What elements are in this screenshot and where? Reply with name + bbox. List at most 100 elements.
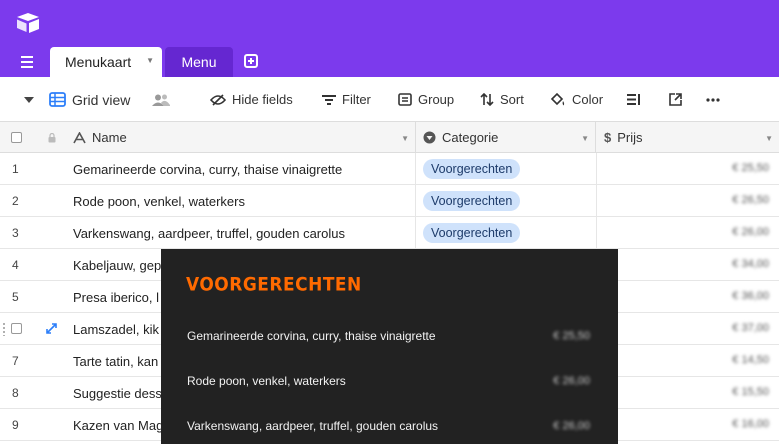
tab-menukaart[interactable]: Menukaart ▼ <box>50 47 162 77</box>
grid-icon <box>49 92 66 107</box>
chevron-down-icon[interactable]: ▼ <box>146 56 154 65</box>
paint-bucket-icon <box>550 92 565 105</box>
text-field-icon <box>73 131 86 143</box>
add-table-icon[interactable] <box>244 54 258 68</box>
expand-record-icon[interactable] <box>46 323 57 334</box>
views-toggle-button[interactable] <box>24 77 34 122</box>
table-row[interactable]: 1 Gemarineerde corvina, curry, thaise vi… <box>0 153 779 185</box>
filter-icon <box>322 94 336 105</box>
external-link-icon <box>669 93 682 106</box>
people-icon <box>152 94 170 106</box>
category-cell[interactable]: Voorgerechten <box>415 185 596 217</box>
group-label: Group <box>418 92 455 107</box>
color-button[interactable]: Color <box>550 77 603 122</box>
row-number: 9 <box>12 418 19 432</box>
view-toolbar: Grid view Hide fields Filter Group Sort <box>0 77 779 122</box>
name-cell[interactable]: Gemarineerde corvina, curry, thaise vina… <box>73 153 413 185</box>
select-all-cell <box>0 122 66 153</box>
table-tabs-bar: Menukaart ▼ Menu <box>0 46 779 77</box>
category-pill: Voorgerechten <box>423 191 521 211</box>
hamburger-menu-icon[interactable] <box>20 55 36 69</box>
ellipsis-icon <box>706 97 720 102</box>
price-cell[interactable]: € 14,50 <box>596 345 779 377</box>
row-checkbox[interactable] <box>11 323 22 334</box>
chevron-down-icon[interactable]: ▼ <box>401 134 409 143</box>
price-cell[interactable]: € 36,00 <box>596 281 779 313</box>
view-collaborators-button[interactable] <box>152 77 170 122</box>
name-cell[interactable]: Varkenswang, aardpeer, truffel, gouden c… <box>73 217 413 249</box>
drag-handle-icon[interactable] <box>2 322 7 336</box>
category-cell[interactable]: Voorgerechten <box>415 217 596 249</box>
category-pill: Voorgerechten <box>423 159 521 179</box>
tab-label: Menu <box>181 54 217 70</box>
more-options-button[interactable] <box>706 77 720 122</box>
price-value: € 37,00 <box>732 322 769 334</box>
lock-icon <box>48 132 56 142</box>
sort-icon <box>480 93 494 106</box>
price-cell[interactable]: € 37,00 <box>596 313 779 345</box>
view-switcher-button[interactable]: Grid view <box>49 77 130 122</box>
column-label: Categorie <box>442 130 499 145</box>
group-icon <box>398 93 412 106</box>
single-select-icon <box>423 131 436 144</box>
column-label: Prijs <box>617 130 643 145</box>
preview-item-price: € 26,00 <box>553 420 590 432</box>
row-height-button[interactable] <box>627 77 641 122</box>
view-name: Grid view <box>72 91 131 108</box>
column-header-prijs[interactable]: $ Prijs ▼ <box>596 122 779 153</box>
column-header-categorie[interactable]: Categorie ▼ <box>416 122 596 153</box>
price-cell[interactable]: € 34,00 <box>596 249 779 281</box>
price-value: € 34,00 <box>732 258 769 270</box>
preview-item-name: Rode poon, venkel, waterkers <box>187 374 346 388</box>
table-row[interactable]: 2 Rode poon, venkel, waterkers Voorgerec… <box>0 185 779 217</box>
hide-fields-button[interactable]: Hide fields <box>210 77 293 122</box>
row-number: 8 <box>12 386 19 400</box>
app-logo-icon[interactable] <box>16 12 40 34</box>
preview-item-price: € 25,50 <box>553 330 590 342</box>
filter-button[interactable]: Filter <box>322 77 371 122</box>
price-cell[interactable]: € 26,50 <box>596 185 779 217</box>
category-cell[interactable]: Voorgerechten <box>415 153 596 185</box>
preview-item-name: Varkenswang, aardpeer, truffel, gouden c… <box>187 419 439 433</box>
column-header-name[interactable]: Name ▼ <box>66 122 416 153</box>
chevron-down-icon[interactable]: ▼ <box>765 134 773 143</box>
price-value: € 15,50 <box>732 386 769 398</box>
chevron-down-icon[interactable]: ▼ <box>581 134 589 143</box>
price-cell[interactable]: € 26,00 <box>596 217 779 249</box>
price-value: € 25,50 <box>732 162 769 174</box>
price-value: € 16,00 <box>732 418 769 430</box>
group-button[interactable]: Group <box>398 77 454 122</box>
price-cell[interactable]: € 25,50 <box>596 153 779 185</box>
sort-button[interactable]: Sort <box>480 77 524 122</box>
grid-header: Name ▼ Categorie ▼ $ Prijs ▼ <box>0 122 779 153</box>
eye-slash-icon <box>210 93 226 106</box>
sort-label: Sort <box>500 92 524 107</box>
tab-label: Menukaart <box>65 54 132 70</box>
name-cell[interactable]: Rode poon, venkel, waterkers <box>73 185 413 217</box>
hide-fields-label: Hide fields <box>232 92 293 107</box>
price-cell[interactable]: € 16,00 <box>596 409 779 441</box>
price-cell[interactable]: € 15,50 <box>596 377 779 409</box>
price-value: € 36,00 <box>732 290 769 302</box>
column-label: Name <box>92 130 127 145</box>
share-view-button[interactable] <box>669 77 682 122</box>
table-row[interactable]: 3 Varkenswang, aardpeer, truffel, gouden… <box>0 217 779 249</box>
price-value: € 26,00 <box>732 226 769 238</box>
row-number: 4 <box>12 258 19 272</box>
preview-item-price: € 26,00 <box>553 375 590 387</box>
preview-item-name: Gemarineerde corvina, curry, thaise vina… <box>187 329 436 343</box>
tab-menu[interactable]: Menu <box>165 47 233 77</box>
preview-section-title: VOORGERECHTEN <box>186 274 362 296</box>
app-header <box>0 0 779 46</box>
category-pill: Voorgerechten <box>423 223 521 243</box>
currency-icon: $ <box>604 130 612 145</box>
select-all-checkbox[interactable] <box>11 132 22 143</box>
price-value: € 14,50 <box>732 354 769 366</box>
row-number: 3 <box>12 226 19 240</box>
row-number: 5 <box>12 290 19 304</box>
caret-down-icon <box>24 96 34 103</box>
row-number: 2 <box>12 194 19 208</box>
row-number: 1 <box>12 162 19 176</box>
menu-preview-card: VOORGERECHTEN Gemarineerde corvina, curr… <box>161 249 618 444</box>
row-height-icon <box>627 94 640 105</box>
